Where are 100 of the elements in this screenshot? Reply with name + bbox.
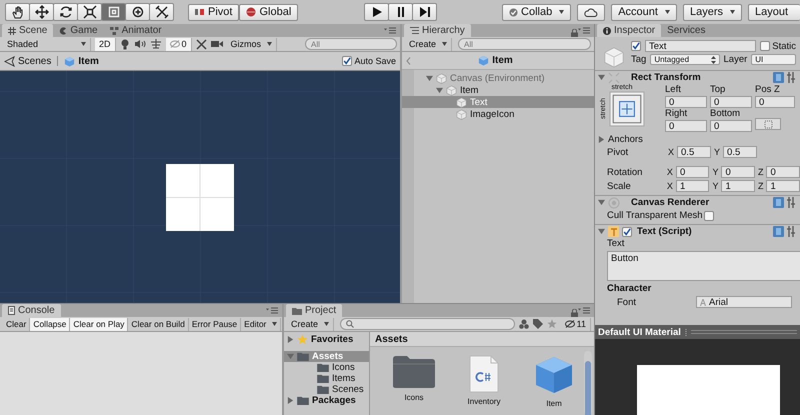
pivot-button[interactable]: Pivot: [188, 4, 240, 20]
console-toggle[interactable]: Clear on Build: [128, 318, 189, 330]
font-field[interactable]: Arial: [696, 296, 792, 308]
number-field[interactable]: 0: [710, 96, 752, 108]
create-dropdown[interactable]: Create: [405, 38, 452, 50]
foldout-arrow-icon[interactable]: [598, 136, 605, 142]
gizmos-dropdown[interactable]: Gizmos: [226, 38, 278, 50]
number-field[interactable]: 0: [766, 166, 800, 178]
scrollbar[interactable]: [584, 351, 592, 415]
number-field[interactable]: 0: [676, 166, 710, 178]
number-field[interactable]: 1: [766, 180, 800, 192]
tool-button[interactable]: [29, 3, 54, 21]
anchors-foldout[interactable]: Anchors: [595, 133, 800, 145]
pause-button[interactable]: [388, 3, 414, 21]
tool-button[interactable]: [125, 3, 150, 21]
foldout-arrow-icon[interactable]: [598, 228, 605, 235]
panel-tab[interactable]: Hierarchy: [404, 24, 471, 37]
panel-tab[interactable]: Scene: [2, 24, 54, 37]
number-field[interactable]: 1: [721, 180, 755, 192]
checkbox-icon[interactable]: [342, 56, 352, 66]
blueprint-mode-button[interactable]: [755, 118, 781, 130]
panel-menu-icon[interactable]: [384, 27, 396, 34]
number-field[interactable]: 0.5: [723, 146, 758, 158]
text-area[interactable]: Button: [607, 251, 800, 281]
static-checkbox[interactable]: Static: [760, 40, 796, 52]
star-icon[interactable]: [546, 319, 557, 329]
cloud-button[interactable]: [577, 4, 606, 20]
search-field[interactable]: All: [458, 38, 591, 50]
2d-toggle[interactable]: 2D: [95, 38, 116, 50]
hierarchy-item[interactable]: Item: [402, 84, 594, 96]
console-toggle[interactable]: Clear on Play: [70, 318, 128, 330]
foldout-arrow-icon[interactable]: [287, 336, 294, 343]
anchor-preset-button[interactable]: [609, 91, 645, 127]
settings-icon[interactable]: [787, 197, 797, 208]
hidden-packages-toggle[interactable]: 11: [560, 318, 591, 330]
foldout-arrow-icon[interactable]: [426, 74, 433, 82]
asset-item[interactable]: Item: [528, 355, 580, 415]
panel-tab[interactable]: Services: [661, 24, 712, 37]
back-icon[interactable]: [406, 56, 411, 64]
settings-icon[interactable]: [787, 72, 797, 83]
tag-dropdown[interactable]: Untagged: [650, 54, 720, 65]
layout-dropdown[interactable]: Layout: [748, 4, 800, 20]
search-field[interactable]: [340, 318, 515, 330]
project-tree-item[interactable]: Packages: [284, 395, 369, 406]
tools-icon[interactable]: [196, 38, 207, 50]
project-tree-item[interactable]: Items: [284, 373, 369, 384]
number-field[interactable]: 0: [665, 120, 707, 132]
tag-icon[interactable]: [532, 319, 543, 329]
shading-dropdown[interactable]: Shaded: [3, 38, 91, 50]
account-dropdown[interactable]: Account: [611, 4, 677, 20]
panel-menu-icon[interactable]: [578, 27, 590, 34]
lock-icon[interactable]: [571, 29, 578, 37]
step-button[interactable]: [412, 3, 438, 21]
breadcrumb-link[interactable]: Item: [64, 56, 99, 66]
foldout-arrow-icon[interactable]: [598, 199, 605, 206]
active-checkbox[interactable]: [631, 41, 641, 51]
name-field[interactable]: Text: [645, 40, 756, 52]
panel-tab[interactable]: Console: [2, 304, 61, 317]
project-tree-item[interactable]: Scenes: [284, 384, 369, 395]
number-field[interactable]: 0: [755, 96, 795, 108]
foldout-arrow-icon[interactable]: [598, 74, 605, 81]
checkbox-icon[interactable]: [760, 41, 770, 51]
panel-tab[interactable]: Game: [53, 24, 104, 37]
auto-save-checkbox[interactable]: Auto Save: [342, 56, 396, 66]
tool-button[interactable]: [53, 3, 78, 21]
number-field[interactable]: 0: [710, 120, 752, 132]
effects-icon[interactable]: [150, 39, 162, 49]
foldout-arrow-icon[interactable]: [287, 397, 294, 404]
number-field[interactable]: 0.5: [677, 146, 712, 158]
console-toggle[interactable]: Collapse: [30, 318, 70, 330]
layers-dropdown[interactable]: Layers: [682, 4, 742, 20]
cull-transparent-mesh-checkbox[interactable]: Cull Transparent Mesh: [595, 209, 800, 222]
number-field[interactable]: 1: [676, 180, 710, 192]
help-book-icon[interactable]: [773, 197, 784, 208]
lightbulb-icon[interactable]: [120, 38, 130, 50]
checkbox-icon[interactable]: [704, 210, 714, 220]
editor-dropdown[interactable]: Editor: [241, 318, 282, 330]
camera-icon[interactable]: [210, 40, 223, 48]
panel-menu-icon[interactable]: [578, 307, 590, 314]
help-book-icon[interactable]: [773, 226, 784, 237]
hierarchy-item[interactable]: ImageIcon: [402, 108, 594, 120]
project-tree-item[interactable]: Favorites: [284, 334, 369, 345]
enabled-checkbox[interactable]: [622, 226, 632, 236]
panel-tab[interactable]: Project: [286, 304, 342, 317]
panel-menu-icon[interactable]: [266, 307, 278, 314]
foldout-arrow-icon[interactable]: [436, 86, 443, 94]
foldout-arrow-icon[interactable]: [287, 353, 294, 360]
asset-item[interactable]: Icons: [388, 355, 440, 415]
number-field[interactable]: 0: [721, 166, 755, 178]
asset-item[interactable]: Inventory: [458, 355, 510, 415]
tool-button[interactable]: [77, 3, 102, 21]
hidden-objects-toggle[interactable]: 0: [166, 38, 192, 50]
breadcrumb-link[interactable]: Scenes: [4, 56, 52, 66]
help-book-icon[interactable]: [773, 72, 784, 83]
layer-dropdown[interactable]: UI: [751, 54, 796, 65]
filter-type-icon[interactable]: [518, 319, 529, 329]
panel-tab[interactable]: Animator: [104, 24, 168, 37]
number-field[interactable]: 0: [665, 96, 707, 108]
tool-button[interactable]: [149, 3, 174, 21]
project-tree-item[interactable]: Icons: [284, 362, 369, 373]
